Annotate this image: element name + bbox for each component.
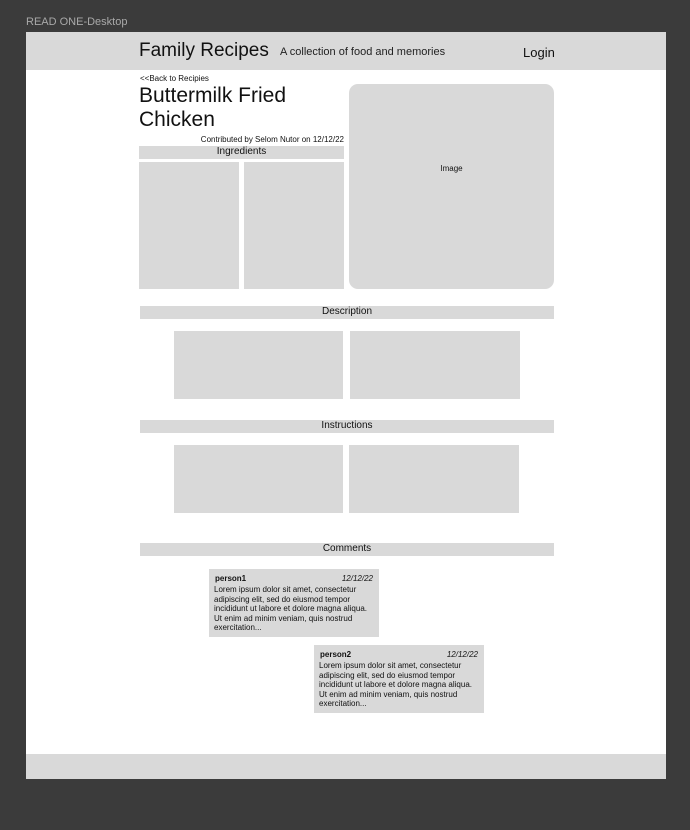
- site-footer: [26, 754, 666, 779]
- comments-header: Comments: [140, 543, 554, 556]
- contributor-line: Contributed by Selom Nutor on 12/12/22: [200, 135, 344, 144]
- site-header: Family Recipes A collection of food and …: [26, 32, 666, 70]
- site-tagline: A collection of food and memories: [280, 46, 446, 58]
- ingredients-list-left: [139, 162, 239, 289]
- comment-text: Lorem ipsum dolor sit amet, consectetur …: [319, 661, 472, 709]
- comment-text: Lorem ipsum dolor sit amet, consectetur …: [214, 585, 367, 633]
- instructions-block-right: [349, 445, 519, 513]
- comment-date: 12/12/22: [446, 650, 478, 659]
- description-block-left: [174, 331, 343, 399]
- back-to-recipes-link[interactable]: <<Back to Recipies: [140, 74, 209, 83]
- page-frame: Family Recipes A collection of food and …: [26, 32, 666, 779]
- login-link[interactable]: Login: [523, 45, 555, 60]
- comment-date: 12/12/22: [341, 574, 373, 583]
- recipe-image: Image: [349, 84, 554, 289]
- comment-author: person2: [320, 650, 352, 659]
- comment-card: person1 12/12/22 Lorem ipsum dolor sit a…: [209, 569, 379, 637]
- instructions-block-left: [174, 445, 343, 513]
- site-title[interactable]: Family Recipes: [139, 40, 269, 62]
- recipe-title: Buttermilk Fried Chicken: [139, 84, 287, 131]
- ingredients-header: Ingredients: [139, 146, 344, 159]
- frame-label: READ ONE-Desktop: [26, 16, 128, 28]
- image-placeholder-label: Image: [440, 164, 463, 173]
- comment-card: person2 12/12/22 Lorem ipsum dolor sit a…: [314, 645, 484, 713]
- description-block-right: [350, 331, 520, 399]
- comment-author: person1: [215, 574, 247, 583]
- description-header: Description: [140, 306, 554, 319]
- ingredients-list-right: [244, 162, 344, 289]
- instructions-header: Instructions: [140, 420, 554, 433]
